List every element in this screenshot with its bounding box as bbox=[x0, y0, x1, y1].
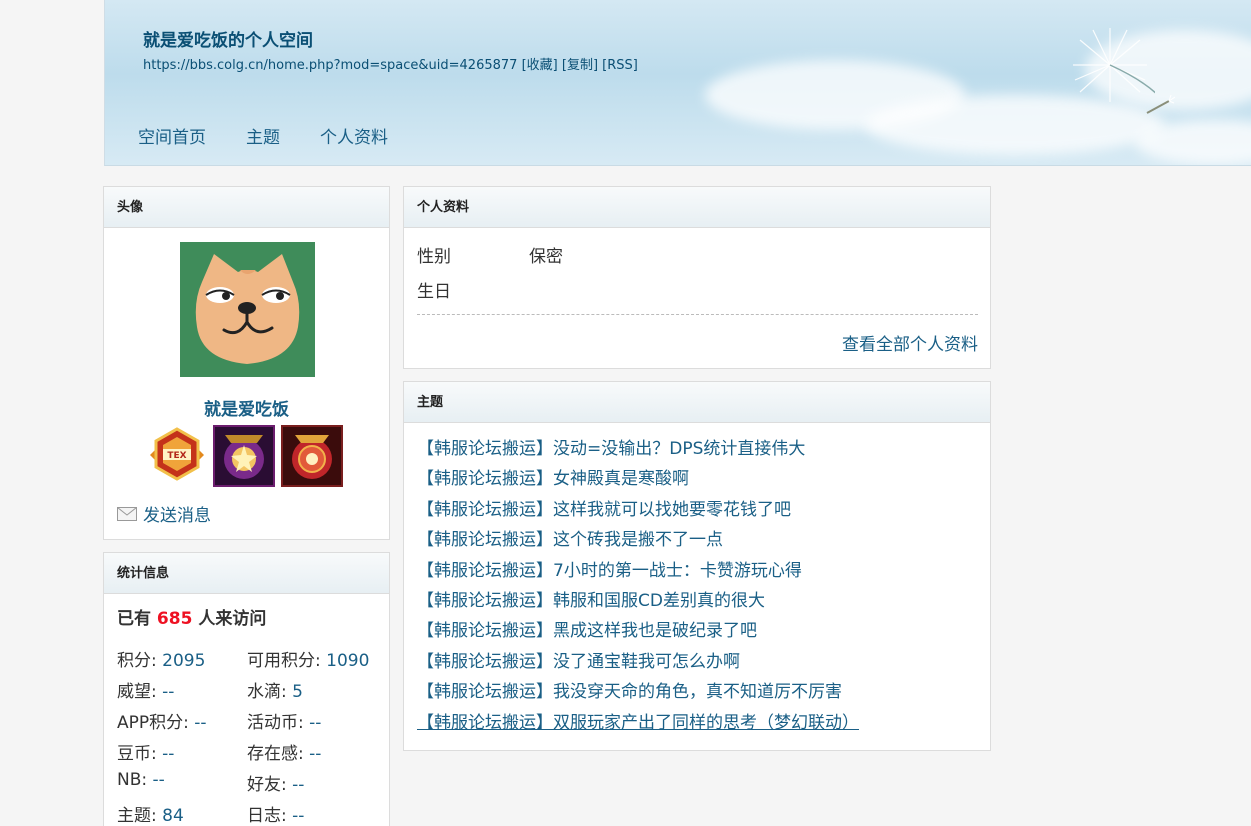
stat-label: NB: bbox=[117, 770, 148, 790]
topic-list: 【韩服论坛搬运】没动=没输出？DPS统计直接伟大 【韩服论坛搬运】女神殿真是寒酸啊… bbox=[417, 434, 859, 738]
seed-icon bbox=[1146, 95, 1175, 114]
stat-label: 水滴: bbox=[247, 682, 287, 702]
stat-value[interactable]: 84 bbox=[162, 806, 184, 826]
space-nav: 空间首页 主题 个人资料 bbox=[138, 123, 388, 148]
view-all-profile-link[interactable]: 查看全部个人资料 bbox=[842, 330, 978, 355]
visitor-prefix: 已有 bbox=[117, 609, 151, 629]
stat-item: 可用积分: 1090 bbox=[247, 646, 369, 671]
send-message-label: 发送消息 bbox=[143, 506, 211, 526]
stat-value[interactable]: -- bbox=[309, 713, 321, 733]
stat-item: 豆币: -- bbox=[117, 739, 174, 764]
profile-row-gender: 性别 保密 bbox=[417, 242, 563, 267]
stat-item: 主题: 84 bbox=[117, 801, 184, 826]
stat-item: APP积分: -- bbox=[117, 708, 207, 733]
space-header: 就是爱吃饭的个人空间 https://bbs.colg.cn/home.php?… bbox=[104, 0, 1251, 166]
profile-panel: 个人资料 性别 保密 生日 查看全部个人资料 bbox=[403, 186, 991, 369]
avatar-panel: 头像 就是爱吃饭 TEX 发送消息 bbox=[103, 186, 390, 540]
copy-link[interactable]: [复制] bbox=[562, 58, 598, 73]
topic-link[interactable]: 【韩服论坛搬运】韩服和国服CD差别真的很大 bbox=[417, 586, 859, 616]
stat-value[interactable]: 1090 bbox=[326, 651, 369, 671]
profile-panel-title: 个人资料 bbox=[404, 187, 990, 228]
medal-icon[interactable] bbox=[213, 425, 275, 487]
stat-label: 积分: bbox=[117, 651, 157, 671]
topic-link[interactable]: 【韩服论坛搬运】黑成这样我也是破纪录了吧 bbox=[417, 616, 859, 646]
stat-label: 活动币: bbox=[247, 713, 304, 733]
stat-label: 好友: bbox=[247, 775, 287, 795]
username[interactable]: 就是爱吃饭 bbox=[104, 395, 389, 420]
birthday-label: 生日 bbox=[417, 282, 451, 302]
stat-label: 存在感: bbox=[247, 744, 304, 764]
stat-label: 可用积分: bbox=[247, 651, 321, 671]
stat-value[interactable]: -- bbox=[292, 775, 304, 795]
visitor-suffix: 人来访问 bbox=[198, 609, 267, 629]
topics-panel-title: 主题 bbox=[404, 382, 990, 423]
topics-panel: 主题 【韩服论坛搬运】没动=没输出？DPS统计直接伟大 【韩服论坛搬运】女神殿真是… bbox=[403, 381, 991, 751]
stat-item: 威望: -- bbox=[117, 677, 174, 702]
stat-label: 主题: bbox=[117, 806, 157, 826]
nav-topics[interactable]: 主题 bbox=[246, 123, 280, 148]
gender-label: 性别 bbox=[417, 247, 451, 267]
cat-avatar-icon bbox=[180, 242, 315, 377]
gender-value: 保密 bbox=[529, 247, 563, 267]
stat-value[interactable]: -- bbox=[309, 744, 321, 764]
topic-link[interactable]: 【韩服论坛搬运】7小时的第一战士：卡赞游玩心得 bbox=[417, 556, 859, 586]
rss-link[interactable]: [RSS] bbox=[602, 58, 638, 73]
stat-label: 豆币: bbox=[117, 744, 157, 764]
avatar[interactable] bbox=[180, 242, 315, 377]
stat-label: APP积分: bbox=[117, 713, 189, 733]
visitor-number: 685 bbox=[156, 609, 193, 629]
envelope-icon bbox=[117, 506, 137, 521]
space-url-line: https://bbs.colg.cn/home.php?mod=space&u… bbox=[143, 54, 638, 73]
profile-divider bbox=[417, 314, 978, 315]
nav-profile[interactable]: 个人资料 bbox=[320, 123, 388, 148]
svg-text:TEX: TEX bbox=[167, 451, 186, 461]
topic-link[interactable]: 【韩服论坛搬运】没了通宝鞋我可怎么办啊 bbox=[417, 647, 859, 677]
visitor-count: 已有 685 人来访问 bbox=[117, 604, 266, 629]
dandelion-icon bbox=[1073, 28, 1155, 102]
stat-item: 存在感: -- bbox=[247, 739, 321, 764]
profile-row-birthday: 生日 bbox=[417, 277, 451, 302]
topic-link[interactable]: 【韩服论坛搬运】这样我就可以找她要零花钱了吧 bbox=[417, 495, 859, 525]
stat-value[interactable]: -- bbox=[153, 770, 165, 790]
topic-link[interactable]: 【韩服论坛搬运】双服玩家产出了同样的思考（梦幻联动） bbox=[417, 708, 859, 738]
stat-label: 日志: bbox=[247, 806, 287, 826]
stat-item: 积分: 2095 bbox=[117, 646, 205, 671]
stat-label: 威望: bbox=[117, 682, 157, 702]
stat-value[interactable]: 2095 bbox=[162, 651, 205, 671]
stat-item: 好友: -- bbox=[247, 770, 304, 795]
avatar-panel-title: 头像 bbox=[104, 187, 389, 228]
stat-value[interactable]: -- bbox=[162, 682, 174, 702]
stat-value[interactable]: 5 bbox=[292, 682, 303, 702]
stat-value[interactable]: -- bbox=[292, 806, 304, 826]
stats-panel: 统计信息 已有 685 人来访问 积分: 2095 可用积分: 1090 威望: -… bbox=[103, 552, 390, 826]
topic-link[interactable]: 【韩服论坛搬运】没动=没输出？DPS统计直接伟大 bbox=[417, 434, 859, 464]
stat-item: NB: -- bbox=[117, 770, 165, 790]
stat-item: 日志: -- bbox=[247, 801, 304, 826]
nav-space-home[interactable]: 空间首页 bbox=[138, 123, 206, 148]
stat-item: 水滴: 5 bbox=[247, 677, 303, 702]
space-url-link[interactable]: https://bbs.colg.cn/home.php?mod=space&u… bbox=[143, 58, 517, 73]
stats-panel-title: 统计信息 bbox=[104, 553, 389, 594]
send-message-link[interactable]: 发送消息 bbox=[117, 501, 211, 526]
topic-link[interactable]: 【韩服论坛搬运】我没穿天命的角色，真不知道厉不厉害 bbox=[417, 677, 859, 707]
medal-icon[interactable]: TEX bbox=[146, 425, 208, 487]
stat-value[interactable]: -- bbox=[162, 744, 174, 764]
topic-link[interactable]: 【韩服论坛搬运】女神殿真是寒酸啊 bbox=[417, 464, 859, 494]
favorite-link[interactable]: [收藏] bbox=[522, 58, 558, 73]
space-title: 就是爱吃饭的个人空间 bbox=[143, 31, 313, 51]
stat-value[interactable]: -- bbox=[194, 713, 206, 733]
topic-link[interactable]: 【韩服论坛搬运】这个砖我是搬不了一点 bbox=[417, 525, 859, 555]
medal-icon[interactable] bbox=[281, 425, 343, 487]
stat-item: 活动币: -- bbox=[247, 708, 321, 733]
